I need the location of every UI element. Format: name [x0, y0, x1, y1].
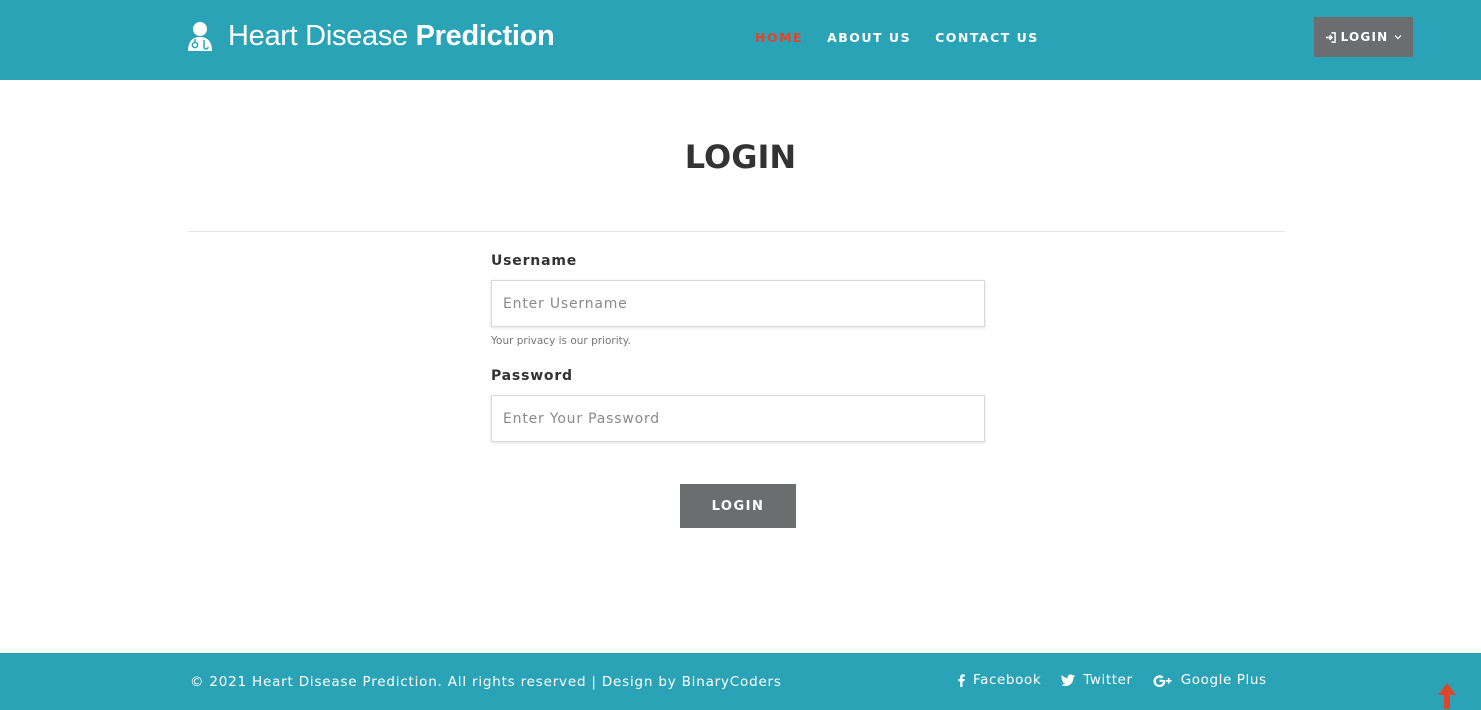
chevron-down-icon — [1394, 35, 1402, 40]
brand-title-light: Heart Disease — [228, 19, 408, 52]
brand-title: Heart Disease Prediction — [228, 19, 555, 53]
password-label: Password — [491, 368, 573, 384]
google-plus-link[interactable]: Google Plus — [1153, 672, 1267, 688]
doctor-user-icon — [188, 22, 212, 51]
page-title: LOGIN — [684, 138, 797, 176]
facebook-label: Facebook — [973, 672, 1042, 688]
sign-in-icon — [1325, 31, 1336, 43]
brand-title-bold: Prediction — [415, 19, 555, 52]
facebook-icon — [958, 673, 965, 687]
nav-home[interactable]: HOME — [755, 30, 803, 45]
login-submit-button[interactable]: LOGIN — [680, 484, 796, 528]
google-plus-icon — [1153, 674, 1172, 687]
top-header: Heart Disease Prediction HOME ABOUT US C… — [0, 0, 1481, 80]
brand-logo-link[interactable]: Heart Disease Prediction — [186, 18, 555, 54]
twitter-link[interactable]: Twitter — [1061, 672, 1132, 688]
username-label: Username — [491, 253, 577, 269]
google-plus-label: Google Plus — [1180, 672, 1267, 688]
arrow-up-icon[interactable] — [1438, 683, 1456, 709]
copyright-text: © 2021 Heart Disease Prediction. All rig… — [190, 674, 782, 690]
password-input[interactable] — [491, 395, 985, 442]
username-help-text: Your privacy is our priority. — [491, 335, 631, 347]
main-nav: HOME ABOUT US CONTACT US — [755, 30, 1039, 45]
header-login-label: LOGIN — [1340, 30, 1389, 44]
facebook-link[interactable]: Facebook — [958, 672, 1041, 688]
footer: © 2021 Heart Disease Prediction. All rig… — [0, 653, 1481, 710]
twitter-icon — [1061, 674, 1076, 686]
social-links: Facebook Twitter Google Plus — [958, 672, 1267, 688]
username-input[interactable] — [491, 280, 985, 327]
header-login-dropdown-button[interactable]: LOGIN — [1314, 17, 1413, 57]
twitter-label: Twitter — [1083, 672, 1133, 688]
login-form: Username Your privacy is our priority. P… — [491, 250, 985, 442]
section-divider — [188, 231, 1285, 232]
nav-about-us[interactable]: ABOUT US — [827, 30, 911, 45]
nav-contact-us[interactable]: CONTACT US — [935, 30, 1039, 45]
